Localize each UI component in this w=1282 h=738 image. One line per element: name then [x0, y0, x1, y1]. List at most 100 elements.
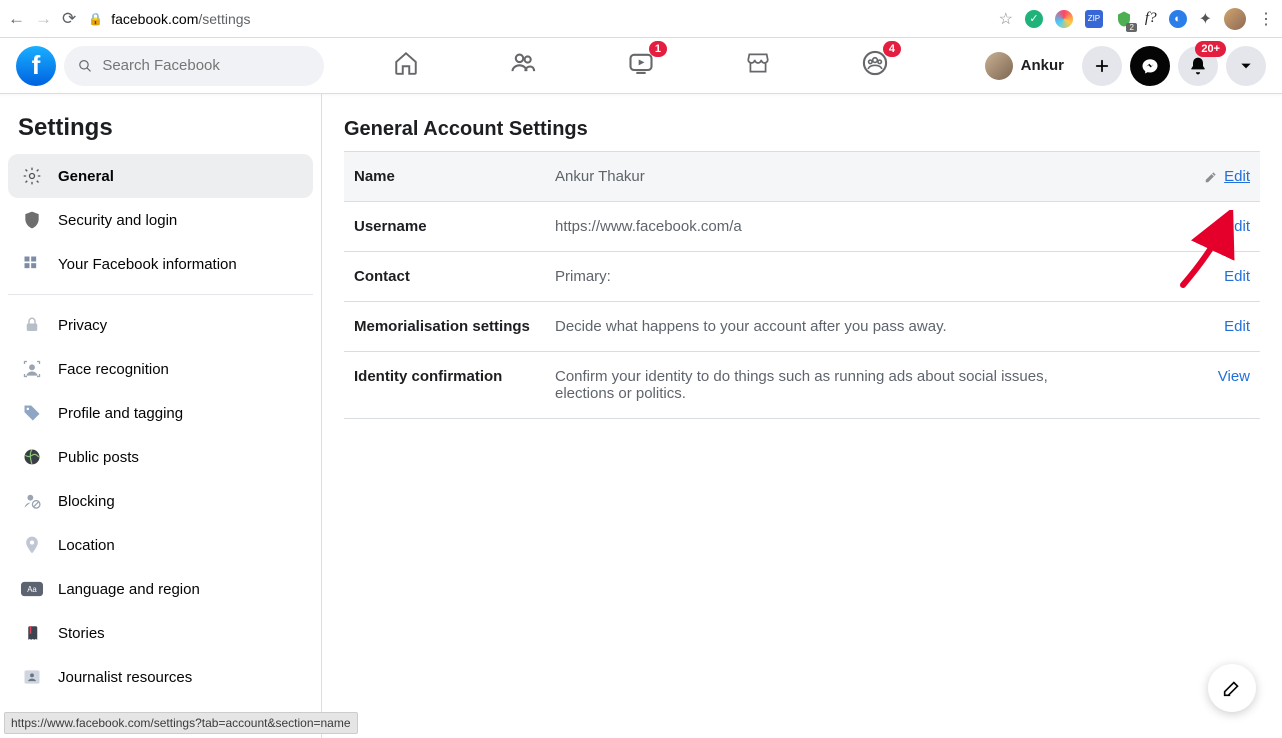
book-icon — [20, 621, 44, 645]
nav-video[interactable]: 1 — [627, 49, 655, 82]
sidebar-item-label: Public posts — [58, 449, 139, 466]
row-label: Name — [354, 168, 549, 185]
messenger-button[interactable] — [1130, 46, 1170, 86]
row-label: Memorialisation settings — [354, 318, 549, 335]
language-icon: Aa — [20, 577, 44, 601]
profile-name: Ankur — [1021, 57, 1064, 74]
home-icon — [393, 50, 419, 76]
settings-table: NameAnkur ThakurEditUsernamehttps://www.… — [344, 151, 1260, 419]
journalist-icon — [20, 665, 44, 689]
row-action-label: Edit — [1224, 268, 1250, 285]
search-input[interactable] — [102, 57, 310, 74]
nav-marketplace[interactable] — [745, 50, 771, 81]
face-icon — [20, 357, 44, 381]
browser-menu-icon[interactable]: ⋮ — [1258, 9, 1274, 29]
extension-icon[interactable] — [1055, 10, 1073, 28]
facebook-top-bar: f 1 4 Ankur — [0, 38, 1282, 94]
sidebar-item-language-and-region[interactable]: Aa Language and region — [8, 567, 313, 611]
pencil-icon — [1204, 170, 1218, 184]
account-menu-button[interactable] — [1226, 46, 1266, 86]
extension-icon[interactable]: f? — [1145, 10, 1157, 27]
sidebar-item-general[interactable]: General — [8, 154, 313, 198]
row-label: Contact — [354, 268, 549, 285]
status-bar-url: https://www.facebook.com/settings?tab=ac… — [4, 712, 358, 734]
nav-home[interactable] — [393, 50, 419, 81]
browser-profile-avatar[interactable] — [1224, 8, 1246, 30]
groups-badge: 4 — [883, 41, 901, 57]
sidebar-item-label: Journalist resources — [58, 669, 192, 686]
extension-icon[interactable]: ✓ — [1025, 10, 1043, 28]
sidebar-item-label: Privacy — [58, 317, 107, 334]
friends-icon — [509, 49, 537, 77]
sidebar-item-privacy[interactable]: Privacy — [8, 303, 313, 347]
shield-icon — [20, 208, 44, 232]
address-bar[interactable]: 🔒 facebook.com/settings — [88, 11, 250, 27]
nav-groups[interactable]: 4 — [861, 49, 889, 82]
floating-edit-button[interactable] — [1208, 664, 1256, 712]
settings-row-memorialisation-settings: Memorialisation settingsDecide what happ… — [344, 302, 1260, 352]
lock-icon: 🔒 — [88, 12, 103, 26]
sidebar-item-stories[interactable]: Stories — [8, 611, 313, 655]
search-container[interactable] — [64, 46, 324, 86]
sidebar-item-location[interactable]: Location — [8, 523, 313, 567]
video-badge: 1 — [649, 41, 667, 57]
person-block-icon — [20, 489, 44, 513]
avatar — [985, 52, 1013, 80]
row-value: https://www.facebook.com/a — [555, 218, 1055, 235]
bookmark-star-icon[interactable]: ☆ — [999, 9, 1013, 29]
compose-icon — [1221, 677, 1243, 699]
nav-friends[interactable] — [509, 49, 537, 82]
sidebar-item-label: Stories — [58, 625, 105, 642]
url-domain: facebook.com — [111, 11, 198, 27]
messenger-icon — [1141, 57, 1159, 75]
grid-icon — [20, 252, 44, 276]
sidebar-item-profile-and-tagging[interactable]: Profile and tagging — [8, 391, 313, 435]
facebook-logo[interactable]: f — [16, 46, 56, 86]
row-action-link[interactable]: Edit — [1180, 218, 1250, 235]
row-action-link[interactable]: Edit — [1180, 268, 1250, 285]
url-path: /settings — [198, 11, 250, 27]
sidebar-item-security-and-login[interactable]: Security and login — [8, 198, 313, 242]
row-value: Primary: — [555, 268, 1055, 285]
extension-icon[interactable]: 2 — [1115, 10, 1133, 28]
extension-icon[interactable]: ZIP — [1085, 10, 1103, 28]
create-button[interactable] — [1082, 46, 1122, 86]
marketplace-icon — [745, 50, 771, 76]
row-label: Identity confirmation — [354, 368, 549, 385]
row-action-label: Edit — [1224, 168, 1250, 185]
sidebar-item-label: Blocking — [58, 493, 115, 510]
sidebar-divider — [8, 294, 313, 295]
sidebar-item-label: Security and login — [58, 212, 177, 229]
browser-back-button[interactable]: ← — [8, 9, 25, 29]
sidebar-item-journalist-resources[interactable]: Journalist resources — [8, 655, 313, 699]
sidebar-item-label: Profile and tagging — [58, 405, 183, 422]
browser-forward-button[interactable]: → — [35, 9, 52, 29]
row-action-link[interactable]: View — [1180, 368, 1250, 385]
page-title: General Account Settings — [344, 118, 1260, 141]
extension-icon[interactable]: ◐ — [1169, 10, 1187, 28]
row-action-label: Edit — [1224, 218, 1250, 235]
extension-row: ☆ ✓ ZIP 2 f? ◐ ✦ ⋮ — [999, 8, 1274, 30]
row-value: Ankur Thakur — [555, 168, 1055, 185]
row-action-link[interactable]: Edit — [1180, 318, 1250, 335]
tag-icon — [20, 401, 44, 425]
row-action-label: Edit — [1224, 318, 1250, 335]
sidebar-item-face-recognition[interactable]: Face recognition — [8, 347, 313, 391]
sidebar-item-label: Location — [58, 537, 115, 554]
profile-chip[interactable]: Ankur — [981, 48, 1074, 84]
browser-refresh-button[interactable]: ⟳ — [62, 9, 76, 29]
sidebar-item-your-facebook-information[interactable]: Your Facebook information — [8, 242, 313, 286]
settings-row-contact: Contact Primary: Edit — [344, 252, 1260, 302]
bell-icon — [1188, 56, 1208, 76]
location-pin-icon — [20, 533, 44, 557]
notifications-button[interactable]: 20+ — [1178, 46, 1218, 86]
row-action-link[interactable]: Edit — [1180, 168, 1250, 185]
sidebar-item-public-posts[interactable]: Public posts — [8, 435, 313, 479]
gear-icon — [20, 164, 44, 188]
sidebar-item-blocking[interactable]: Blocking — [8, 479, 313, 523]
main-content: General Account Settings Name Ankur Thaku… — [322, 94, 1282, 738]
notifications-badge: 20+ — [1195, 41, 1226, 57]
extensions-menu-icon[interactable]: ✦ — [1199, 9, 1212, 29]
sidebar-item-label: Language and region — [58, 581, 200, 598]
sidebar-title: Settings — [8, 106, 313, 154]
